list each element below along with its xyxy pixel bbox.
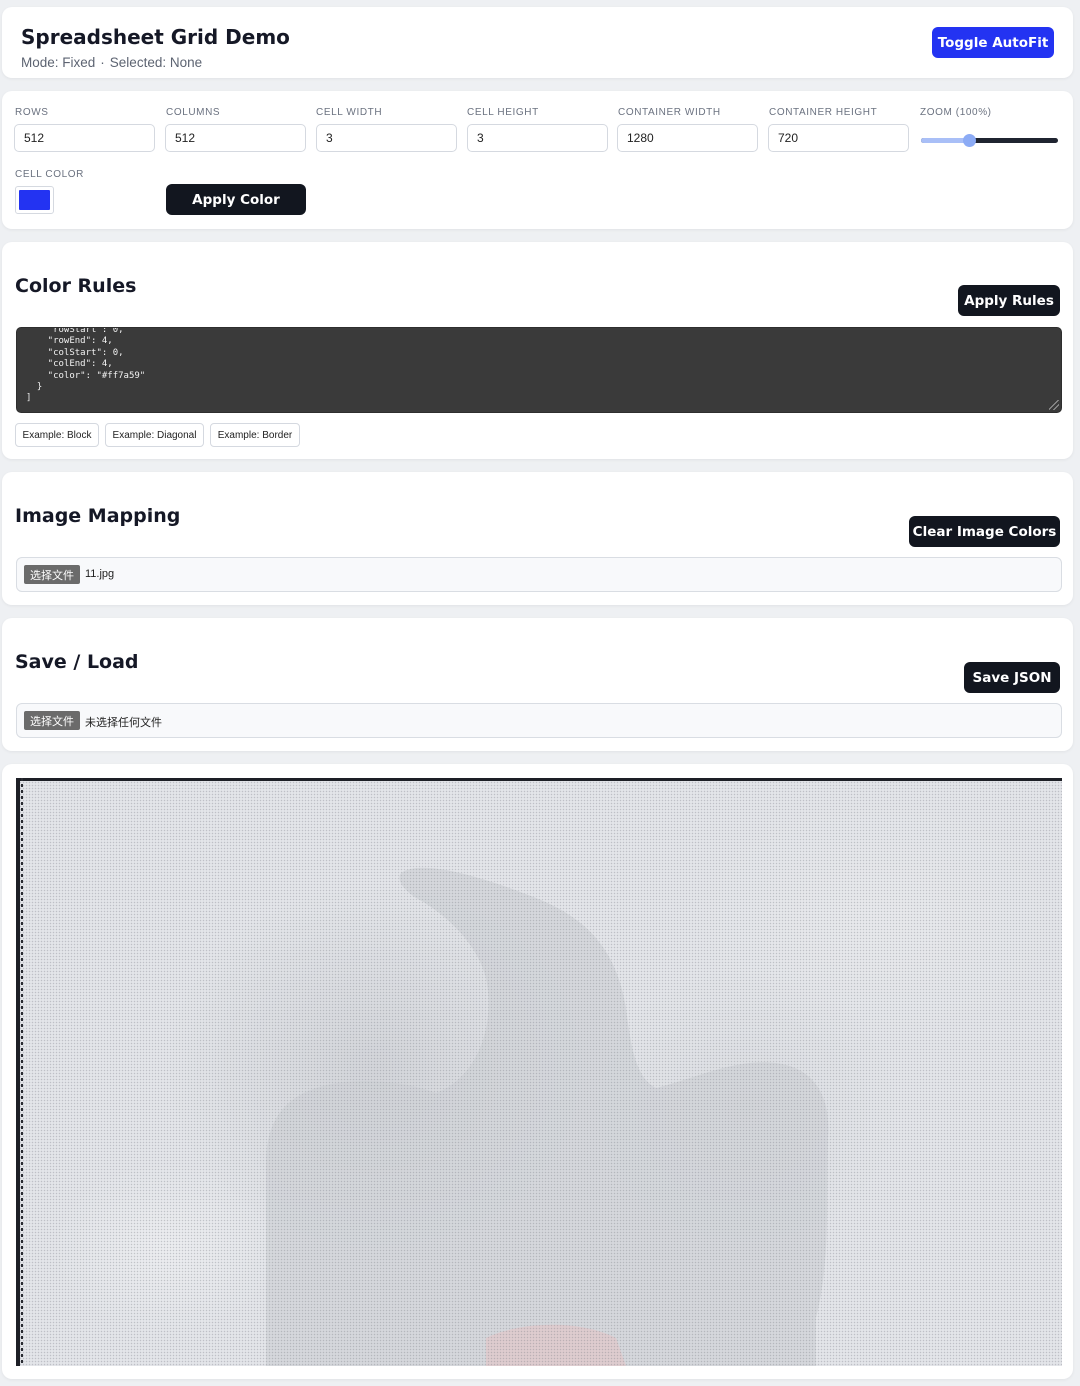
rules-json-text: "rowStart": 0, "rowEnd": 4, "colStart": … bbox=[26, 327, 146, 404]
zoom-label: ZOOM (100%) bbox=[920, 107, 992, 118]
grid-card bbox=[2, 764, 1073, 1379]
apply-color-button[interactable]: Apply Color bbox=[166, 184, 306, 215]
color-rules-card: Color Rules Apply Rules "rowStart": 0, "… bbox=[2, 242, 1073, 459]
cell-color-swatch bbox=[19, 190, 50, 210]
zoom-slider[interactable] bbox=[921, 134, 1058, 147]
load-json-file-input[interactable]: 选择文件 未选择任何文件 bbox=[16, 703, 1062, 738]
cell-width-input[interactable]: 3 bbox=[316, 124, 457, 152]
grid-cell-pattern bbox=[16, 778, 1062, 1366]
grid-left-edge bbox=[16, 778, 20, 1366]
container-width-label: CONTAINER WIDTH bbox=[618, 107, 721, 118]
image-file-name: 11.jpg bbox=[85, 568, 115, 580]
image-file-input[interactable]: 选择文件 11.jpg bbox=[16, 557, 1062, 592]
image-mapping-card: Image Mapping Clear Image Colors 选择文件 11… bbox=[2, 472, 1073, 605]
example-border-button[interactable]: Example: Border bbox=[210, 423, 300, 447]
grid-left-edge-dashed bbox=[21, 778, 23, 1366]
load-choose-file-button[interactable]: 选择文件 bbox=[24, 711, 80, 730]
mode-text: Mode: Fixed bbox=[21, 55, 96, 70]
cell-width-label: CELL WIDTH bbox=[316, 107, 383, 118]
save-json-button[interactable]: Save JSON bbox=[964, 662, 1060, 693]
selected-text: Selected: None bbox=[109, 55, 203, 70]
rows-input[interactable]: 512 bbox=[14, 124, 155, 152]
status-line: Mode: Fixed · Selected: None bbox=[21, 55, 202, 70]
page-title: Spreadsheet Grid Demo bbox=[21, 25, 290, 49]
image-mapping-title: Image Mapping bbox=[15, 505, 181, 527]
columns-input[interactable]: 512 bbox=[165, 124, 306, 152]
save-load-title: Save / Load bbox=[15, 651, 139, 673]
image-choose-file-button[interactable]: 选择文件 bbox=[24, 565, 80, 584]
clear-image-colors-button[interactable]: Clear Image Colors bbox=[909, 516, 1060, 547]
rows-label: ROWS bbox=[15, 107, 49, 118]
apply-rules-button[interactable]: Apply Rules bbox=[958, 285, 1060, 316]
status-separator: · bbox=[100, 55, 105, 70]
container-height-label: CONTAINER HEIGHT bbox=[769, 107, 878, 118]
cell-height-input[interactable]: 3 bbox=[467, 124, 608, 152]
header-card: Spreadsheet Grid Demo Mode: Fixed · Select… bbox=[2, 7, 1073, 78]
spreadsheet-grid[interactable] bbox=[16, 778, 1062, 1366]
zoom-slider-fill bbox=[921, 138, 969, 143]
rules-json-textarea[interactable]: "rowStart": 0, "rowEnd": 4, "colStart": … bbox=[16, 327, 1062, 413]
save-load-card: Save / Load Save JSON 选择文件 未选择任何文件 bbox=[2, 618, 1073, 751]
example-diagonal-button[interactable]: Example: Diagonal bbox=[105, 423, 204, 447]
zoom-slider-thumb[interactable] bbox=[962, 134, 976, 147]
load-file-name: 未选择任何文件 bbox=[85, 717, 162, 729]
container-height-input[interactable]: 720 bbox=[768, 124, 909, 152]
example-block-button[interactable]: Example: Block bbox=[15, 423, 99, 447]
cell-color-picker[interactable] bbox=[15, 186, 54, 214]
cell-height-label: CELL HEIGHT bbox=[467, 107, 539, 118]
toggle-autofit-button[interactable]: Toggle AutoFit bbox=[932, 27, 1054, 58]
color-rules-title: Color Rules bbox=[15, 275, 137, 297]
cell-color-label: CELL COLOR bbox=[15, 169, 84, 180]
columns-label: COLUMNS bbox=[166, 107, 221, 118]
grid-top-edge bbox=[16, 778, 1062, 781]
container-width-input[interactable]: 1280 bbox=[617, 124, 758, 152]
resize-handle-icon[interactable] bbox=[1049, 400, 1059, 410]
